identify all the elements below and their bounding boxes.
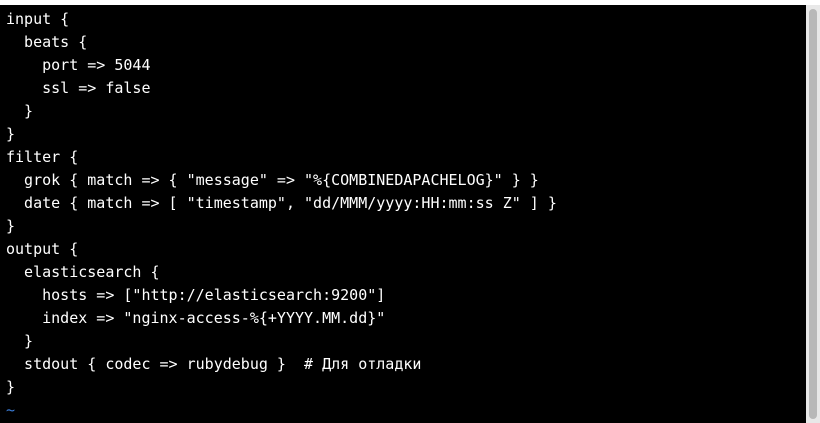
scrollbar-thumb[interactable] bbox=[809, 9, 817, 419]
code-line: port => 5044 bbox=[6, 56, 151, 74]
vertical-scrollbar[interactable] bbox=[806, 5, 820, 423]
editor-buffer[interactable]: input { beats { port => 5044 ssl => fals… bbox=[6, 8, 557, 422]
code-line: date { match => [ "timestamp", "dd/MMM/y… bbox=[6, 194, 557, 212]
code-line: input { bbox=[6, 10, 70, 28]
code-line: } bbox=[6, 378, 16, 396]
code-line: } bbox=[6, 332, 34, 350]
code-line: beats { bbox=[6, 33, 88, 51]
code-line: } bbox=[6, 217, 16, 235]
code-line: hosts => ["http://elasticsearch:9200"] bbox=[6, 286, 386, 304]
code-line: elasticsearch { bbox=[6, 263, 160, 281]
code-line: stdout { codec => rubydebug } # Для отла… bbox=[6, 355, 422, 373]
code-line: index => "nginx-access-%{+YYYY.MM.dd}" bbox=[6, 309, 386, 327]
terminal-window[interactable]: input { beats { port => 5044 ssl => fals… bbox=[0, 5, 806, 423]
code-line: } bbox=[6, 125, 16, 143]
code-line: grok { match => { "message" => "%{COMBIN… bbox=[6, 171, 539, 189]
empty-line-marker: ~ bbox=[6, 401, 16, 419]
code-line: } bbox=[6, 102, 34, 120]
code-line: ssl => false bbox=[6, 79, 151, 97]
code-line: output { bbox=[6, 240, 79, 258]
code-line: filter { bbox=[6, 148, 79, 166]
